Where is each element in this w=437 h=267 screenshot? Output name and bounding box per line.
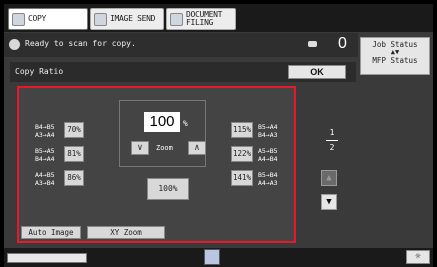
zoom-control: 100 % ∨ Zoom ∧: [119, 100, 206, 167]
preset-81-button[interactable]: 81%: [64, 146, 84, 162]
page-title: Copy Ratio: [15, 67, 64, 76]
copy-ratio-panel: B4→B5 A3→A4 70% B5→A5 B4→A4 81% A4→B5 A3→B4…: [17, 86, 296, 243]
sun-icon: ☼: [415, 252, 421, 262]
chevron-up-double-icon: ∧: [194, 143, 200, 153]
zoom-label: Zoom: [156, 144, 173, 152]
tab-image-send-label: IMAGE SEND: [110, 14, 156, 23]
page-total: 2: [329, 143, 335, 152]
zoom-up-button[interactable]: ∧: [188, 141, 206, 155]
preset-115-button[interactable]: 115%: [231, 122, 253, 138]
tab-copy-label: COPY: [28, 14, 47, 23]
page-current: 1: [329, 128, 335, 137]
copy-count: 0: [338, 35, 347, 52]
preset-70-button[interactable]: 70%: [64, 122, 84, 138]
ok-button[interactable]: OK: [288, 65, 346, 79]
status-bar: Ready to scan for copy. 0: [4, 33, 358, 57]
copier-screen: COPY IMAGE SEND DOCUMENT FILING Ready to…: [4, 4, 433, 267]
preset-86-paper-label: A4→B5 A3→B4: [35, 171, 55, 187]
preset-81-paper-label: B5→A5 B4→A4: [35, 147, 55, 163]
arrow-up-icon: ▲: [326, 173, 332, 183]
bottom-bar: ☼: [4, 248, 433, 267]
preset-122-button[interactable]: 122%: [231, 146, 253, 162]
swap-arrows-icon: ▲▼: [390, 48, 400, 56]
zoom-unit: %: [183, 119, 188, 128]
mode-tab-bar: COPY IMAGE SEND DOCUMENT FILING: [4, 4, 433, 32]
title-row: Copy Ratio OK: [10, 62, 356, 82]
tab-auto-image[interactable]: Auto Image: [21, 226, 81, 239]
page-divider: [326, 140, 338, 141]
document-filing-icon: [170, 12, 183, 26]
preset-115-paper-label: B5→A4 B4→A3: [258, 123, 278, 139]
brightness-button[interactable]: ☼: [406, 250, 430, 264]
reset-100-button[interactable]: 100%: [147, 178, 189, 200]
copy-icon: [12, 12, 25, 26]
preset-141-button[interactable]: 141%: [231, 170, 253, 186]
preset-86-button[interactable]: 86%: [64, 170, 84, 186]
preset-70-paper-label: B4→B5 A3→A4: [35, 123, 55, 139]
tab-document-filing-label: DOCUMENT FILING: [186, 10, 223, 27]
scroll-down-button[interactable]: ▼: [321, 194, 337, 210]
arrow-down-icon: ▼: [326, 197, 332, 207]
scroll-up-button[interactable]: ▲: [321, 170, 337, 186]
device-status-icon[interactable]: [204, 249, 220, 265]
scan-status-icon: [9, 39, 20, 50]
tab-copy[interactable]: COPY: [8, 8, 88, 30]
zoom-down-button[interactable]: ∨: [131, 141, 149, 155]
tab-image-send[interactable]: IMAGE SEND: [90, 8, 164, 30]
job-status-button[interactable]: Job Status ▲▼ MFP Status: [360, 37, 430, 75]
image-send-icon: [94, 12, 107, 26]
zoom-value-display: 100: [144, 112, 180, 132]
mfp-status-label: MFP Status: [372, 56, 418, 65]
progress-bar: [7, 253, 87, 263]
status-message: Ready to scan for copy.: [25, 39, 136, 48]
memory-icon: [308, 41, 317, 47]
preset-122-paper-label: A5→B5 A4→B4: [258, 147, 278, 163]
tab-document-filing[interactable]: DOCUMENT FILING: [166, 8, 236, 30]
chevron-down-double-icon: ∨: [137, 143, 143, 153]
tab-xy-zoom[interactable]: XY Zoom: [87, 226, 165, 239]
preset-141-paper-label: B5→B4 A4→A3: [258, 171, 278, 187]
